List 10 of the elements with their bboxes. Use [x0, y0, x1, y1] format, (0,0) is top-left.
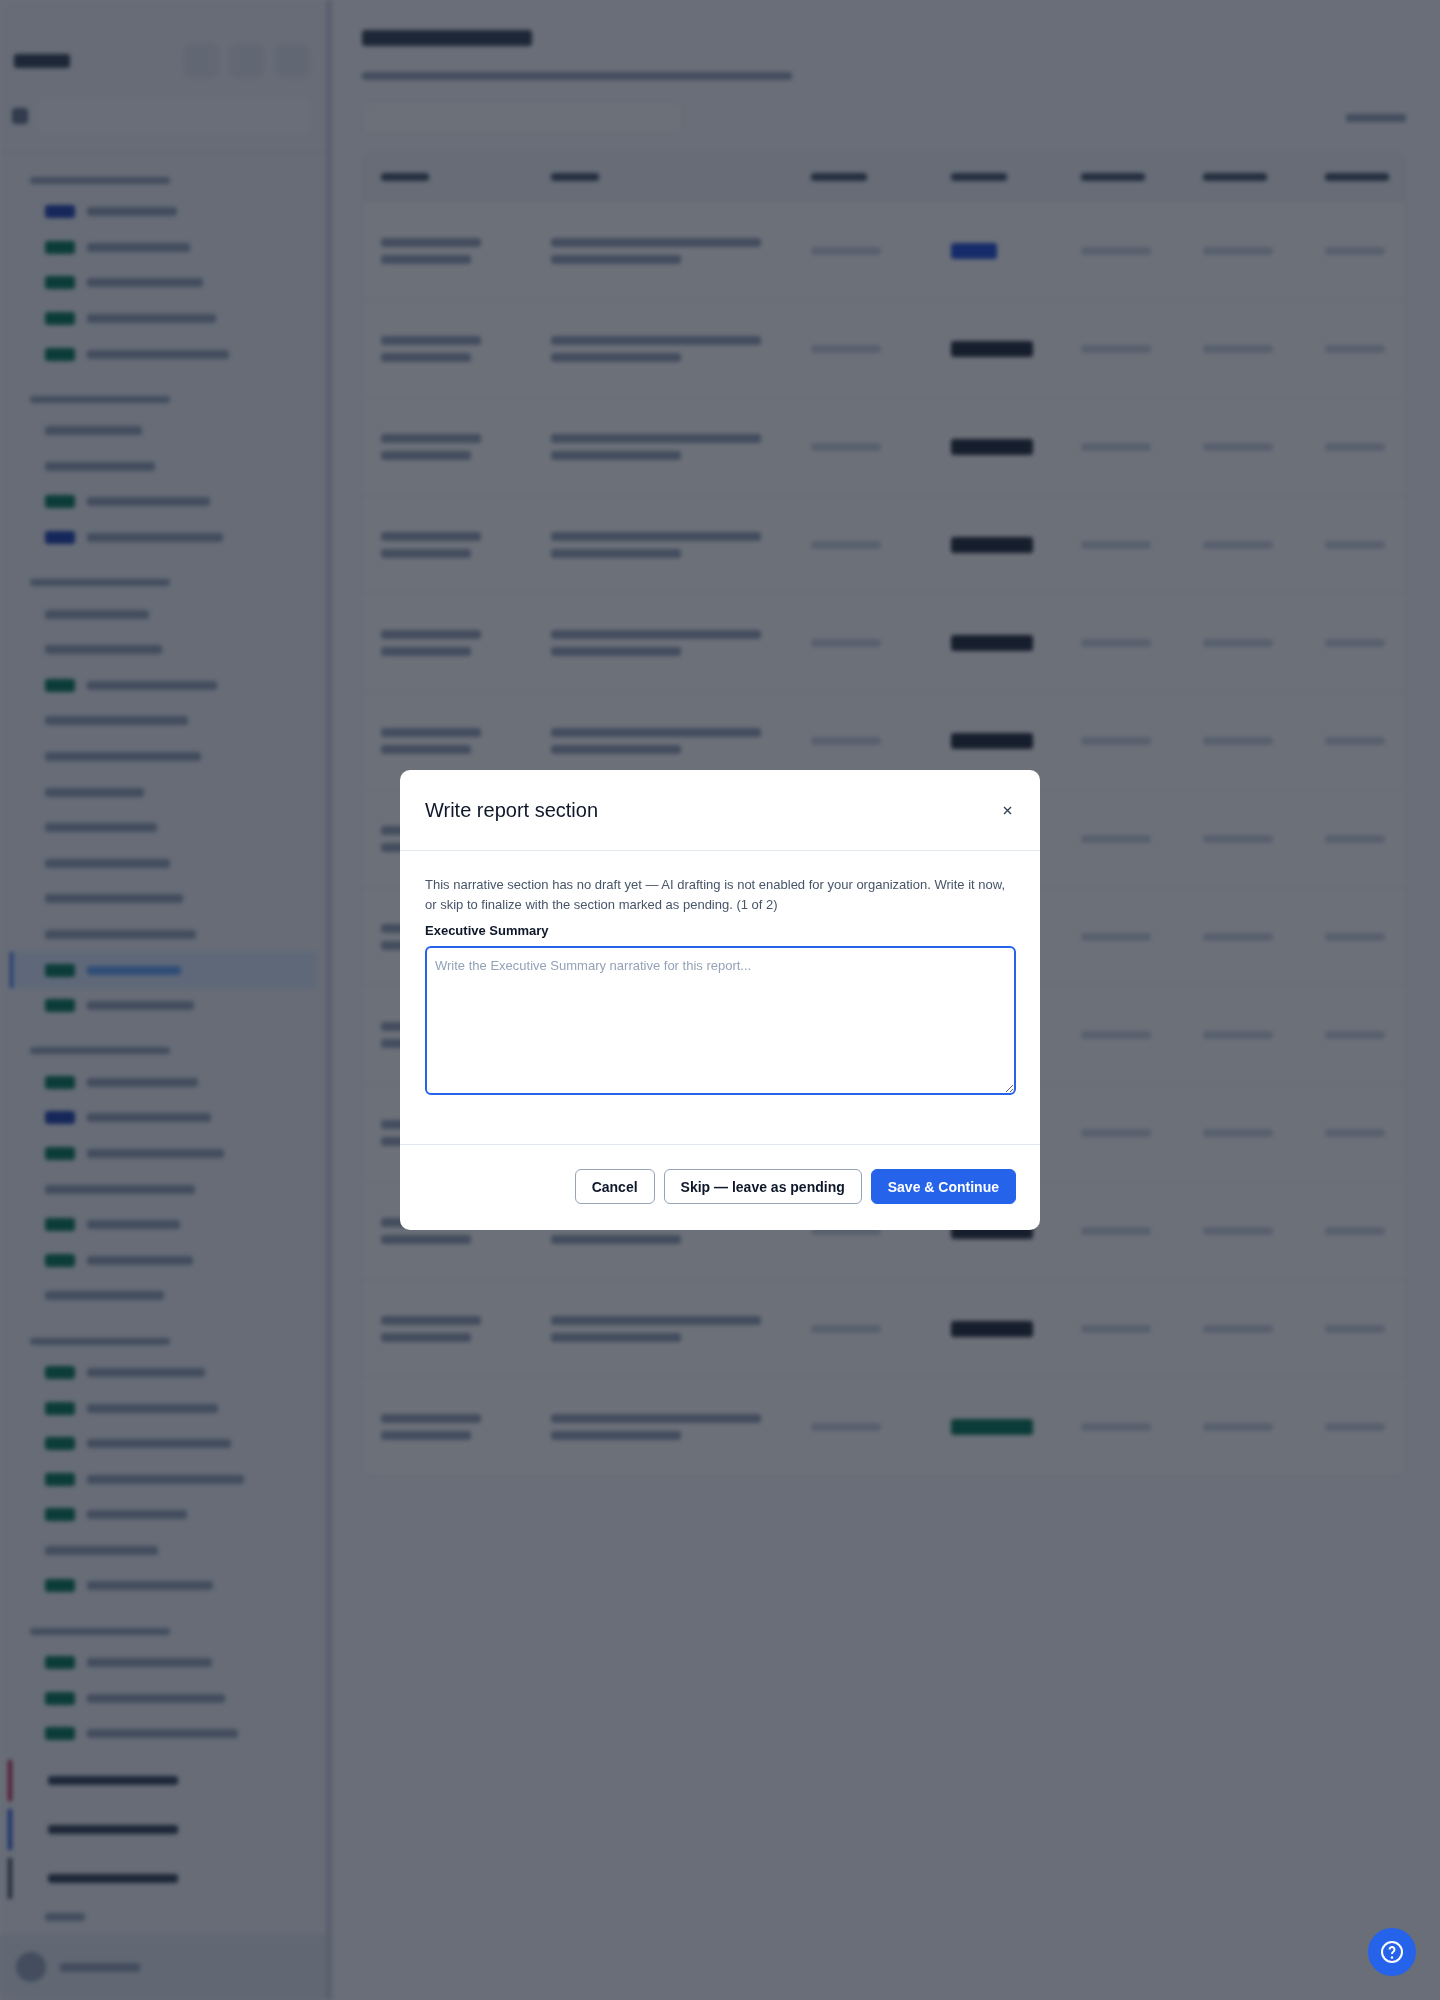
dialog-button[interactable]: Cancel	[574, 1169, 655, 1204]
summary-field[interactable]: Write the Executive Summary narrative for this report...	[425, 946, 1016, 1095]
close-icon	[1003, 805, 1012, 815]
dialog-message: This narrative section has no draft yet — AI drafting is not enabled for your organization. Write it now, or skip to finalize with the section marked as pending. (1 of 2)	[425, 876, 1006, 914]
dialog-title: Write report section	[425, 798, 599, 822]
field-label: Executive Summary	[425, 923, 550, 938]
save-button[interactable]: Save & Continue	[870, 1169, 1016, 1204]
help-icon	[1380, 1940, 1404, 1964]
dialog-button[interactable]: Skip — leave as pending	[663, 1169, 862, 1204]
help-button[interactable]	[1368, 1928, 1416, 1976]
